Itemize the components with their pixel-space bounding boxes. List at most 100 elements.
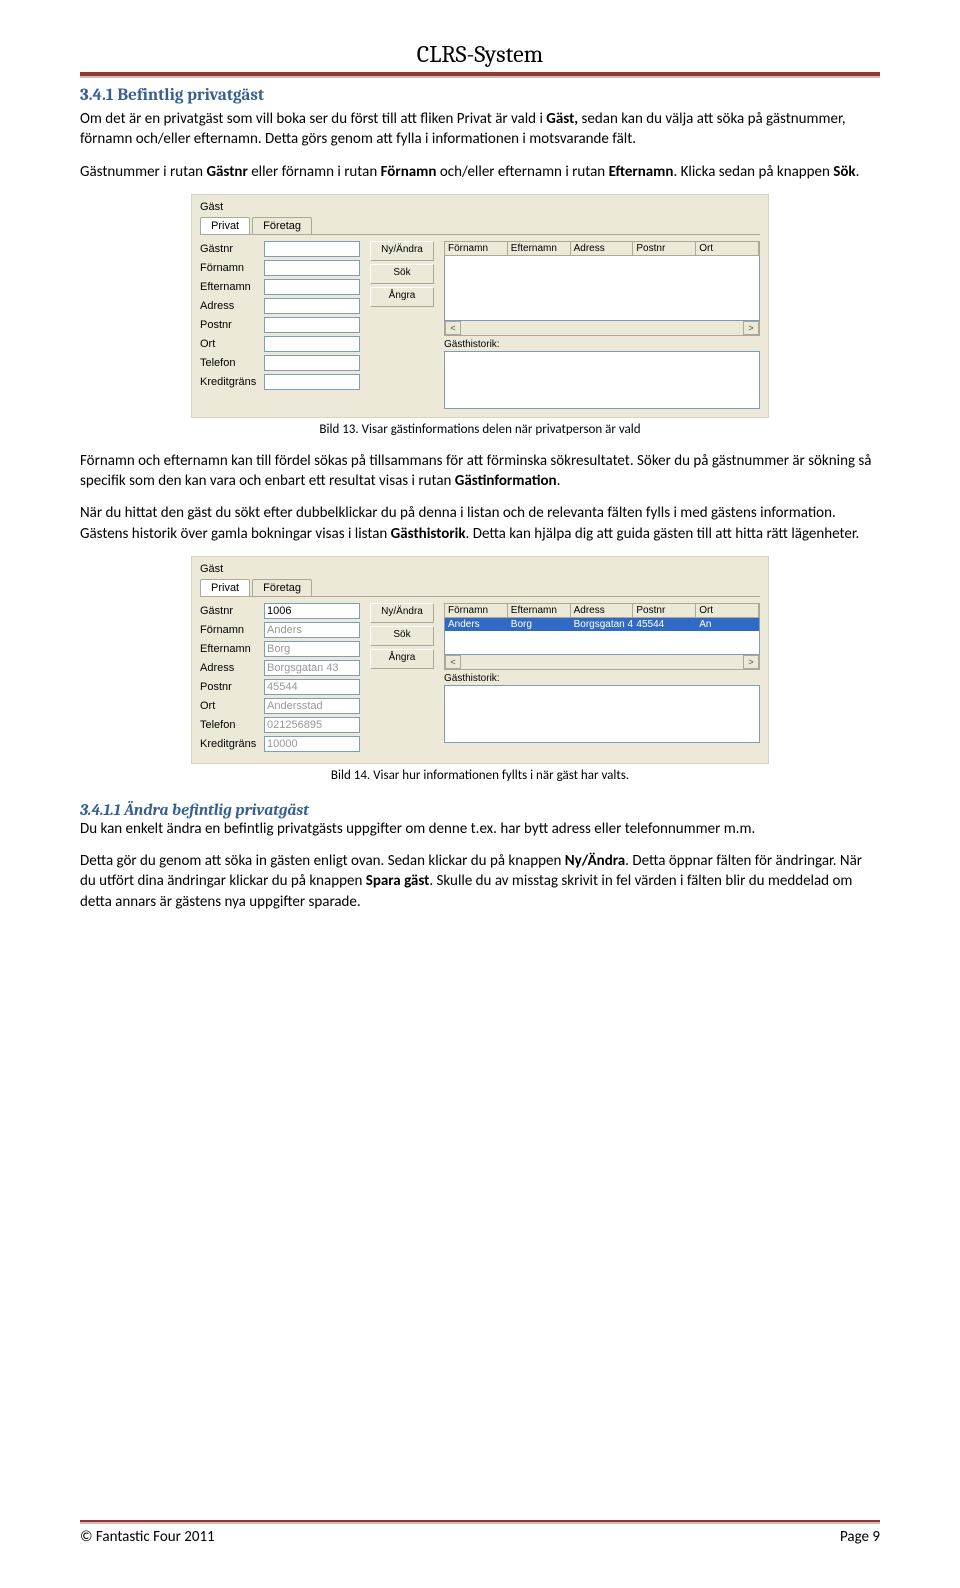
- input-gastnr[interactable]: 1006: [264, 603, 360, 619]
- input-efternamn[interactable]: Borg: [264, 641, 360, 657]
- col-postnr[interactable]: Postnr: [633, 242, 696, 255]
- section-3411-p2: Detta gör du genom att söka in gästen en…: [80, 851, 880, 912]
- figure-13-panel: Gäst Privat Företag Gästnr Förnamn Efter…: [191, 194, 769, 418]
- label-telefon: Telefon: [200, 357, 264, 369]
- input-efternamn[interactable]: [264, 279, 360, 295]
- result-header: Förnamn Efternamn Adress Postnr Ort: [444, 603, 760, 618]
- scroll-right-icon[interactable]: >: [743, 321, 759, 335]
- text: .: [557, 472, 561, 490]
- bold: Sök: [833, 163, 855, 181]
- section-341-heading: 3.4.1 Befintlig privatgäst: [80, 86, 880, 105]
- section-341-p1: Om det är en privatgäst som vill boka se…: [80, 109, 880, 150]
- cell-adress: Borgsgatan 43: [571, 618, 634, 631]
- tab-privat[interactable]: Privat: [200, 579, 250, 596]
- col-ort[interactable]: Ort: [696, 242, 759, 255]
- sok-button[interactable]: Sök: [370, 264, 434, 284]
- input-fornamn[interactable]: [264, 260, 360, 276]
- input-ort[interactable]: [264, 336, 360, 352]
- scroll-left-icon[interactable]: <: [445, 655, 461, 669]
- scroll-right-icon[interactable]: >: [743, 655, 759, 669]
- page-header-title: CLRS-System: [80, 40, 880, 68]
- input-kredit[interactable]: [264, 374, 360, 390]
- angra-button[interactable]: Ångra: [370, 649, 434, 669]
- label-efternamn: Efternamn: [200, 281, 264, 293]
- col-ort[interactable]: Ort: [696, 604, 759, 617]
- nyandra-button[interactable]: Ny/Ändra: [370, 603, 434, 623]
- bold: Ny/Ändra: [565, 852, 625, 870]
- label-adress: Adress: [200, 662, 264, 674]
- bold: Gäst,: [546, 110, 578, 128]
- tabs: Privat Företag: [200, 579, 760, 597]
- label-fornamn: Förnamn: [200, 624, 264, 636]
- section-3411-p1: Du kan enkelt ändra en befintlig privatg…: [80, 819, 880, 839]
- hist-label: Gästhistorik:: [444, 673, 760, 684]
- section-3411-heading: 3.4.1.1 Ändra befintlig privatgäst: [80, 801, 880, 819]
- panel-title: Gäst: [200, 563, 760, 575]
- hscroll[interactable]: <>: [444, 655, 760, 670]
- cell-postnr: 45544: [633, 618, 696, 631]
- text: Gästnummer i rutan: [80, 163, 206, 181]
- input-postnr[interactable]: [264, 317, 360, 333]
- text: Om det är en privatgäst som vill boka se…: [80, 110, 546, 128]
- input-adress[interactable]: [264, 298, 360, 314]
- angra-button[interactable]: Ångra: [370, 287, 434, 307]
- text: . Detta kan hjälpa dig att guida gästen …: [466, 525, 860, 543]
- label-efternamn: Efternamn: [200, 643, 264, 655]
- figure-14-caption: Bild 14. Visar hur informationen fyllts …: [80, 768, 880, 783]
- hscroll[interactable]: <>: [444, 321, 760, 336]
- cell-fornamn: Anders: [445, 618, 508, 631]
- label-adress: Adress: [200, 300, 264, 312]
- tab-foretag[interactable]: Företag: [252, 217, 312, 234]
- section-341-p2: Gästnummer i rutan Gästnr eller förnamn …: [80, 162, 880, 182]
- col-adress[interactable]: Adress: [571, 604, 634, 617]
- label-telefon: Telefon: [200, 719, 264, 731]
- col-adress[interactable]: Adress: [571, 242, 634, 255]
- label-kredit: Kreditgräns: [200, 376, 264, 388]
- tab-privat[interactable]: Privat: [200, 217, 250, 234]
- cell-efternamn: Borg: [508, 618, 571, 631]
- result-list[interactable]: Anders Borg Borgsgatan 43 45544 An: [444, 618, 760, 655]
- input-gastnr[interactable]: [264, 241, 360, 257]
- label-postnr: Postnr: [200, 681, 264, 693]
- col-fornamn[interactable]: Förnamn: [445, 604, 508, 617]
- mid-p2: När du hittat den gäst du sökt efter dub…: [80, 503, 880, 544]
- text: . Klicka sedan på knappen: [673, 163, 833, 181]
- hist-list[interactable]: [444, 351, 760, 409]
- label-ort: Ort: [200, 700, 264, 712]
- input-adress[interactable]: Borgsgatan 43: [264, 660, 360, 676]
- footer-right: Page 9: [840, 1528, 880, 1546]
- footer-left: © Fantastic Four 2011: [80, 1528, 215, 1546]
- text: .: [856, 163, 860, 181]
- sok-button[interactable]: Sök: [370, 626, 434, 646]
- cell-ort: An: [696, 618, 759, 631]
- input-telefon[interactable]: [264, 355, 360, 371]
- input-postnr[interactable]: 45544: [264, 679, 360, 695]
- bold: Spara gäst: [366, 872, 430, 890]
- label-postnr: Postnr: [200, 319, 264, 331]
- input-telefon[interactable]: 021256895: [264, 717, 360, 733]
- label-gastnr: Gästnr: [200, 243, 264, 255]
- table-row[interactable]: Anders Borg Borgsgatan 43 45544 An: [445, 618, 759, 631]
- result-list[interactable]: [444, 256, 760, 321]
- tab-foretag[interactable]: Företag: [252, 579, 312, 596]
- figure-13-caption: Bild 13. Visar gästinformations delen nä…: [80, 422, 880, 437]
- col-efternamn[interactable]: Efternamn: [508, 604, 571, 617]
- col-fornamn[interactable]: Förnamn: [445, 242, 508, 255]
- input-fornamn[interactable]: Anders: [264, 622, 360, 638]
- input-kredit[interactable]: 10000: [264, 736, 360, 752]
- bold: Gästnr: [206, 163, 247, 181]
- input-ort[interactable]: Andersstad: [264, 698, 360, 714]
- bold: Förnamn: [381, 163, 437, 181]
- bold: Gästhistorik: [391, 525, 466, 543]
- hist-label: Gästhistorik:: [444, 339, 760, 350]
- label-kredit: Kreditgräns: [200, 738, 264, 750]
- scroll-left-icon[interactable]: <: [445, 321, 461, 335]
- label-ort: Ort: [200, 338, 264, 350]
- bold: Gästinformation: [455, 472, 557, 490]
- mid-p1: Förnamn och efternamn kan till fördel sö…: [80, 451, 880, 492]
- hist-list[interactable]: [444, 685, 760, 743]
- label-fornamn: Förnamn: [200, 262, 264, 274]
- col-postnr[interactable]: Postnr: [633, 604, 696, 617]
- col-efternamn[interactable]: Efternamn: [508, 242, 571, 255]
- nyandra-button[interactable]: Ny/Ändra: [370, 241, 434, 261]
